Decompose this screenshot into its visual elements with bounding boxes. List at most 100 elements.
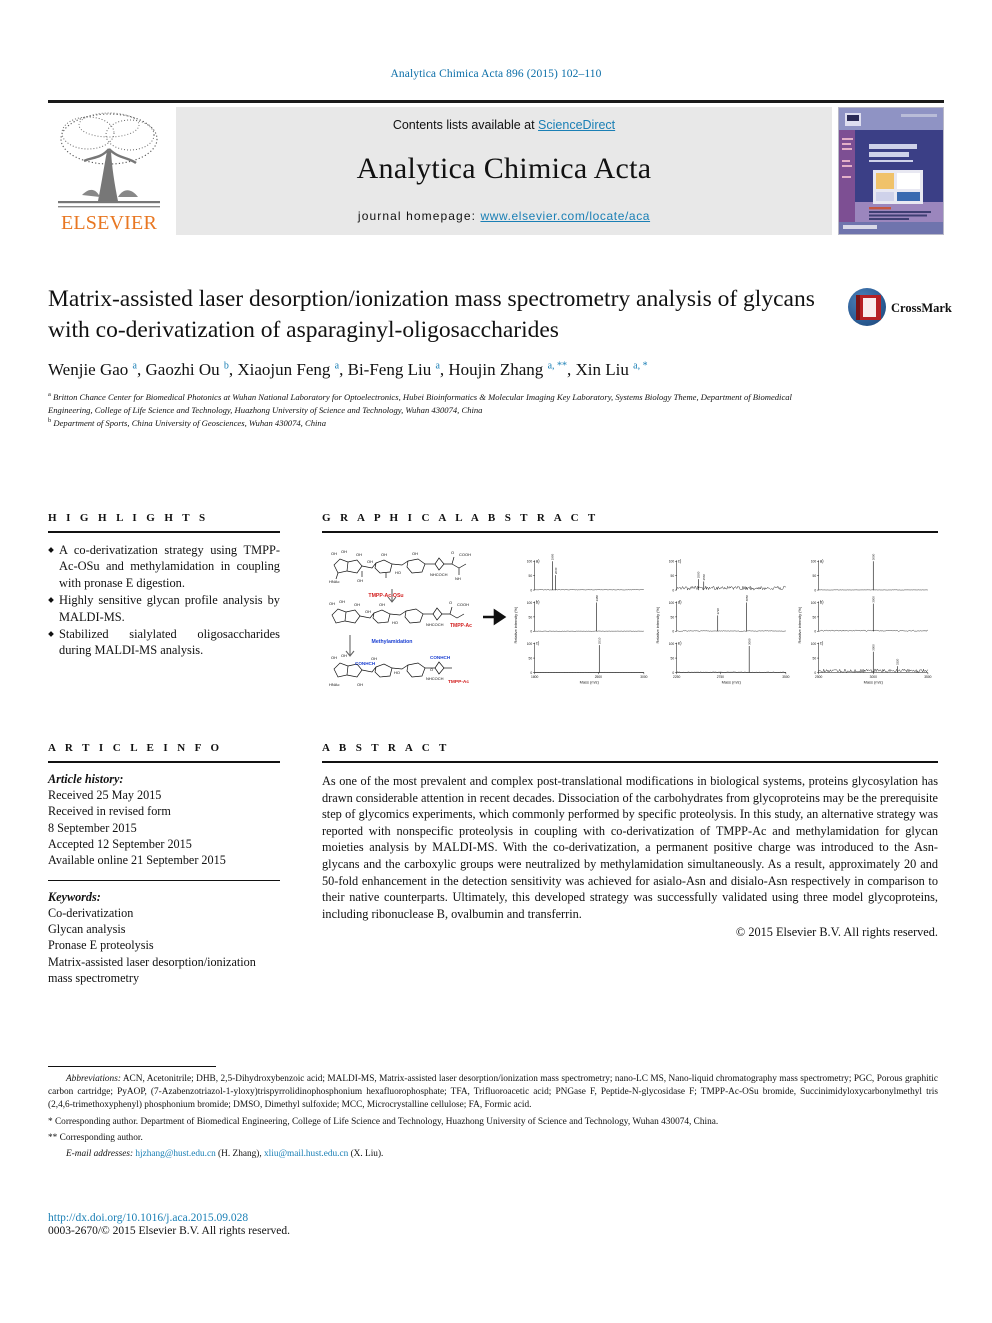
spectrum-panel-label: b) [820, 599, 824, 604]
svg-text:OH: OH [379, 602, 385, 607]
y-tick-label: 50 [529, 657, 533, 661]
author-name[interactable]: Xin Liu [576, 360, 634, 379]
mass-spectrum-chart: a)0501003000b)0501003000c)05010030003220… [796, 553, 932, 697]
keyword-entry[interactable]: Matrix-assisted laser desorption/ionizat… [48, 954, 280, 987]
email-link[interactable]: xliu@mail.hust.edu.cn [264, 1149, 348, 1159]
svg-text:O: O [451, 550, 454, 555]
author-name[interactable]: Bi-Feng Liu [348, 360, 436, 379]
y-tick-label: 100 [811, 642, 817, 646]
email-link[interactable]: hjzhang@hust.edu.cn [135, 1149, 215, 1159]
author-name[interactable]: Xiaojun Feng [237, 360, 334, 379]
spectrum-panel-label: c) [820, 641, 824, 646]
article-history-list: Received 25 May 2015 Received in revised … [48, 787, 280, 869]
abstract-heading: A B S T R A C T [322, 742, 938, 754]
peak-mass-label: 3220 [896, 658, 900, 665]
graphical-abstract-rule [322, 531, 938, 533]
email-owner: (X. Liu) [348, 1149, 381, 1159]
svg-text:OH: OH [357, 682, 363, 687]
highlight-item: Highly sensitive glycan profile analysis… [48, 592, 280, 625]
corresponding-author-note-2: ** Corresponding author. [48, 1132, 938, 1145]
keywords-label: Keywords: [48, 890, 280, 905]
svg-text:OH: OH [329, 601, 335, 606]
y-tick-label: 50 [813, 615, 817, 619]
x-tick-label: 2500 [815, 675, 822, 679]
article-history-entry: Received 25 May 2015 [48, 787, 280, 803]
spectrum-panel-label: c) [678, 558, 682, 563]
author-affiliation-mark: a [335, 360, 339, 371]
crossmark-label: CrossMark [891, 301, 952, 316]
author-name[interactable]: Wenjie Gao [48, 360, 133, 379]
x-tick-label: 3500 [782, 675, 789, 679]
svg-text:OH: OH [412, 551, 418, 556]
y-tick-label: 100 [527, 642, 533, 646]
y-tick-label: 50 [671, 615, 675, 619]
svg-text:O: O [449, 600, 452, 605]
peak-mass-label: 3000 [872, 644, 876, 651]
y-tick-label: 50 [671, 574, 675, 578]
doi-link[interactable]: http://dx.doi.org/10.1016/j.aca.2015.09.… [48, 1212, 648, 1224]
author-name[interactable]: Houjin Zhang [448, 360, 547, 379]
page-title: Matrix-assisted laser desorption/ionizat… [48, 284, 838, 345]
homepage-prefix: journal homepage: [358, 209, 481, 223]
affiliation-entry: a Britton Chance Center for Biomedical P… [48, 390, 838, 416]
contents-prefix: Contents lists available at [393, 118, 538, 132]
elsevier-logo: ELSEVIER [48, 107, 170, 235]
author-affiliation-mark: a [133, 360, 137, 371]
y-tick-label: 50 [671, 657, 675, 661]
spectra-column-1: a) 0 50 100 1995 2030 b) 0 50 100 2480 c) 0 50 100 2510… [512, 553, 648, 687]
abbreviations-label: Abbreviations: [66, 1074, 121, 1084]
author-affiliation-mark: a [435, 360, 439, 371]
crossmark-book-icon [856, 295, 881, 320]
article-info-section: A R T I C L E I N F O Article history: R… [48, 742, 280, 986]
spectrum-trace [535, 590, 644, 591]
article-info-rule [48, 761, 280, 763]
abstract-body: As one of the most prevalent and complex… [322, 773, 938, 922]
x-tick-label: 2250 [673, 675, 680, 679]
y-axis-label: Relative intensity (%) [655, 606, 660, 643]
abstract-rule [322, 761, 938, 763]
y-tick-label: 100 [527, 560, 533, 564]
svg-text:HO: HO [392, 620, 398, 625]
y-tick-label: 0 [672, 630, 674, 634]
y-tick-label: 100 [527, 601, 533, 605]
x-tick-label: 1800 [531, 675, 538, 679]
cover-art [839, 108, 943, 234]
affiliation-entry: b Department of Sports, China University… [48, 416, 838, 429]
keyword-entry[interactable]: Co-derivatization [48, 905, 280, 921]
svg-text:OH: OH [367, 559, 373, 564]
crossmark-badge[interactable]: CrossMark [848, 288, 940, 344]
corresponding-author-note-1: * Corresponding author. Department of Bi… [48, 1116, 938, 1129]
elsevier-tree-icon [52, 109, 166, 213]
sciencedirect-link[interactable]: ScienceDirect [538, 118, 615, 132]
crossmark-circle-icon [848, 288, 886, 326]
journal-homepage-link[interactable]: www.elsevier.com/locate/aca [480, 209, 650, 223]
keyword-entry[interactable]: Glycan analysis [48, 921, 280, 937]
y-tick-label: 100 [669, 601, 675, 605]
graphical-abstract-heading: G R A P H I C A L A B S T R A C T [322, 512, 938, 524]
spectrum-panel-label: b) [536, 599, 540, 604]
y-axis-label: Relative intensity (%) [797, 606, 802, 643]
peak-mass-label: 3050 [745, 595, 749, 602]
svg-text:HO: HO [394, 670, 400, 675]
spectra-column-3: a) 0 50 100 3000 b) 0 50 100 3000 c) 0 50 100 3000 3220… [796, 553, 932, 687]
y-tick-label: 0 [814, 630, 816, 634]
article-history-label: Article history: [48, 772, 280, 787]
y-tick-label: 100 [811, 601, 817, 605]
svg-text:OH: OH [331, 655, 337, 660]
svg-text:OH: OH [341, 653, 347, 658]
keyword-entry[interactable]: Pronase E proteolysis [48, 937, 280, 953]
footnote-rule [48, 1066, 216, 1067]
author-name[interactable]: Gaozhi Ou [146, 360, 224, 379]
affiliation-mark: b [48, 417, 51, 424]
abbreviations-text: ACN, Acetonitrile; DHB, 2,5-Dihydroxyben… [48, 1074, 938, 1110]
svg-text:HNAc: HNAc [329, 682, 339, 687]
contents-available-line: Contents lists available at ScienceDirec… [176, 118, 832, 132]
svg-text:HNAc: HNAc [329, 579, 339, 584]
tmpp-ac-label-2: TMPP-Ac [448, 679, 469, 685]
y-axis-label: Relative intensity (%) [513, 606, 518, 643]
svg-text:OH: OH [381, 552, 387, 557]
article-history-entry: Available online 21 September 2015 [48, 852, 280, 868]
article-info-inner-rule [48, 880, 280, 881]
journal-cover-thumbnail[interactable] [838, 107, 944, 235]
email-addresses-note: E-mail addresses: hjzhang@hust.edu.cn (H… [48, 1148, 938, 1161]
